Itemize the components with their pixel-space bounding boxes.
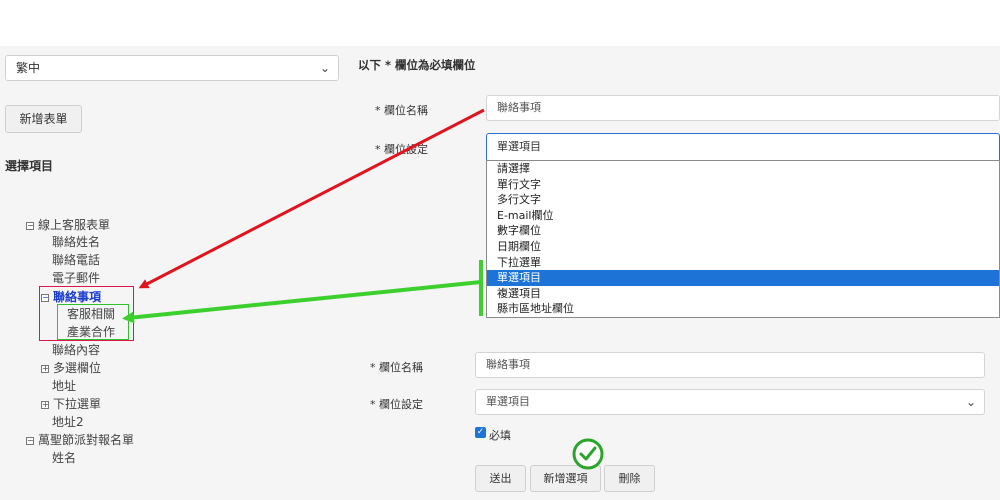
check-circle-icon xyxy=(572,438,604,470)
red-arrow xyxy=(138,108,485,289)
annotation-overlay xyxy=(122,108,604,470)
green-arrow xyxy=(122,280,482,324)
